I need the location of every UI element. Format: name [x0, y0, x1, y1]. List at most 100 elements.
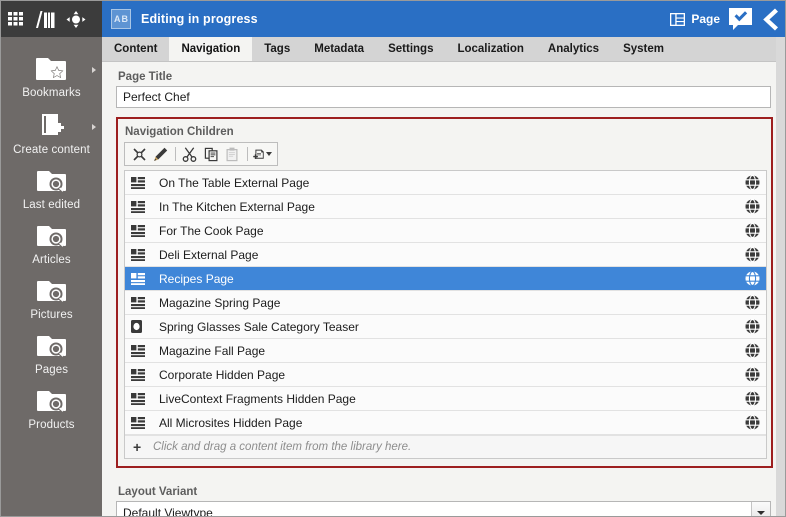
table-row-selected[interactable]: Recipes Page [125, 267, 766, 291]
site-globe-icon[interactable] [745, 198, 760, 215]
tab-system[interactable]: System [611, 37, 676, 61]
tab-navigation[interactable]: Navigation [169, 37, 253, 61]
new-content-button[interactable] [253, 145, 272, 164]
row-label: Recipes Page [159, 271, 234, 286]
site-globe-icon[interactable] [745, 270, 760, 287]
folder-search-icon [35, 168, 69, 196]
editor-status-title: Editing in progress [141, 12, 258, 26]
folder-search-icon [35, 388, 69, 416]
left-sidebar: Bookmarks Create content Last edited Art… [1, 1, 102, 516]
table-row[interactable]: All Microsites Hidden Page [125, 411, 766, 435]
apps-grid-icon[interactable] [8, 12, 27, 26]
layout-variant-label: Layout Variant [118, 486, 198, 498]
tab-analytics[interactable]: Analytics [536, 37, 611, 61]
application-window: Bookmarks Create content Last edited Art… [0, 0, 786, 517]
page-list-icon [131, 200, 149, 213]
editor-form-body: Page Title Perfect Chef Navigation Child… [102, 62, 785, 517]
approval-check-icon[interactable] [728, 7, 753, 32]
badge-letter-a: A [114, 13, 121, 24]
sidebar-item-products[interactable]: Products [1, 381, 102, 436]
chevron-down-icon[interactable] [751, 502, 770, 516]
row-label: Corporate Hidden Page [159, 367, 286, 382]
site-globe-icon[interactable] [745, 414, 760, 431]
folder-search-icon [35, 223, 69, 251]
row-label: Deli External Page [159, 247, 259, 262]
chevron-right-icon [92, 124, 96, 130]
sidebar-item-label: Bookmarks [22, 87, 81, 99]
sidebar-item-bookmarks[interactable]: Bookmarks [1, 47, 102, 104]
page-list-icon [131, 416, 149, 429]
layout-variant-select[interactable]: Default Viewtype [116, 501, 771, 517]
navigation-move-icon[interactable] [66, 10, 86, 28]
page-title-label: Page Title [118, 71, 173, 83]
row-label: LiveContext Fragments Hidden Page [159, 391, 356, 406]
page-list-icon [131, 248, 149, 261]
struct-list-toolbar [124, 142, 278, 166]
table-row[interactable]: Corporate Hidden Page [125, 363, 766, 387]
layout-variant-value: Default Viewtype [123, 505, 213, 517]
table-row[interactable]: Magazine Fall Page [125, 339, 766, 363]
sidebar-item-last-edited[interactable]: Last edited [1, 161, 102, 216]
sidebar-item-articles[interactable]: Articles [1, 216, 102, 271]
badge-letter-b: B [121, 13, 129, 24]
drop-target-row[interactable]: + Click and drag a content item from the… [125, 435, 766, 458]
page-type-button[interactable]: Page [670, 12, 720, 26]
sidebar-item-label: Articles [32, 254, 71, 266]
paste-button [224, 145, 242, 164]
header-left-group: AB Editing in progress [111, 9, 258, 29]
page-list-icon [131, 344, 149, 357]
tab-tags[interactable]: Tags [252, 37, 302, 61]
site-globe-icon[interactable] [745, 342, 760, 359]
site-globe-icon[interactable] [745, 174, 760, 191]
site-globe-icon[interactable] [745, 294, 760, 311]
tab-metadata[interactable]: Metadata [302, 37, 376, 61]
edit-button[interactable] [151, 145, 169, 164]
table-row[interactable]: Magazine Spring Page [125, 291, 766, 315]
page-title-input[interactable]: Perfect Chef [116, 86, 771, 108]
site-globe-icon[interactable] [745, 246, 760, 263]
drop-hint-text: Click and drag a content item from the l… [153, 441, 412, 453]
sidebar-item-create-content[interactable]: Create content [1, 104, 102, 161]
tab-settings[interactable]: Settings [376, 37, 445, 61]
library-icon[interactable] [36, 10, 57, 28]
sidebar-item-label: Pages [34, 364, 69, 376]
sidebar-top-toolbar [1, 1, 102, 37]
sidebar-item-label: Last edited [22, 199, 81, 211]
layout-variant-block: Layout Variant Default Viewtype [116, 477, 773, 517]
sidebar-item-pictures[interactable]: Pictures [1, 271, 102, 326]
row-label: All Microsites Hidden Page [159, 415, 303, 430]
table-row[interactable]: On The Table External Page [125, 171, 766, 195]
editor-tab-bar: Content Navigation Tags Metadata Setting… [102, 37, 785, 62]
site-globe-icon[interactable] [745, 390, 760, 407]
chevron-down-icon [265, 152, 272, 156]
copy-button[interactable] [202, 145, 220, 164]
sidebar-item-pages[interactable]: Pages [1, 326, 102, 381]
create-content-icon [35, 111, 69, 141]
teaser-icon [131, 320, 149, 333]
sidebar-item-label: Products [28, 419, 75, 431]
row-label: Magazine Spring Page [159, 295, 281, 310]
table-row[interactable]: LiveContext Fragments Hidden Page [125, 387, 766, 411]
table-row[interactable]: Spring Glasses Sale Category Teaser [125, 315, 766, 339]
table-row[interactable]: For The Cook Page [125, 219, 766, 243]
cut-button[interactable] [181, 145, 199, 164]
table-row[interactable]: In The Kitchen External Page [125, 195, 766, 219]
ab-variant-icon: AB [111, 9, 131, 29]
sidebar-item-list: Bookmarks Create content Last edited Art… [1, 37, 102, 436]
tab-content[interactable]: Content [102, 37, 169, 61]
page-list-icon [131, 296, 149, 309]
folder-search-icon [35, 278, 69, 306]
folder-star-icon [35, 54, 69, 84]
page-list-icon [131, 176, 149, 189]
site-globe-icon[interactable] [745, 222, 760, 239]
remove-link-button[interactable] [130, 145, 148, 164]
tab-localization[interactable]: Localization [445, 37, 535, 61]
chevron-right-icon [92, 67, 96, 73]
editor-header: AB Editing in progress Page [102, 1, 785, 37]
page-list-icon [131, 368, 149, 381]
site-globe-icon[interactable] [745, 318, 760, 335]
site-globe-icon[interactable] [745, 366, 760, 383]
chevron-left-icon[interactable] [761, 7, 779, 32]
row-label: For The Cook Page [159, 223, 264, 238]
table-row[interactable]: Deli External Page [125, 243, 766, 267]
